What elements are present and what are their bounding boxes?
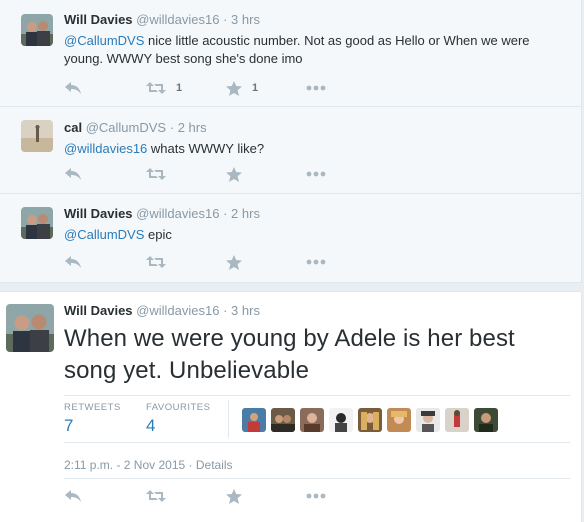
reply-icon bbox=[65, 256, 81, 268]
retweet-icon bbox=[146, 82, 166, 94]
favorite-icon bbox=[226, 166, 242, 182]
favourites-count: 4 bbox=[146, 416, 156, 435]
favoriter-avatar[interactable] bbox=[445, 408, 469, 432]
retweet-button[interactable] bbox=[146, 254, 166, 270]
favoriter-avatar[interactable] bbox=[271, 408, 295, 432]
more-button[interactable] bbox=[306, 254, 326, 270]
retweet-button[interactable]: 1 bbox=[146, 80, 182, 96]
retweet-button[interactable] bbox=[146, 166, 166, 182]
favoriter-avatar[interactable] bbox=[416, 408, 440, 432]
reply-icon bbox=[65, 490, 81, 502]
datetime-separator: · bbox=[185, 458, 196, 472]
favorite-icon bbox=[226, 80, 242, 96]
favoriter-avatar[interactable] bbox=[358, 408, 382, 432]
favourites-label: FAVOURITES bbox=[146, 402, 211, 413]
retweets-stat[interactable]: RETWEETS 7 bbox=[64, 402, 121, 436]
retweet-icon bbox=[146, 256, 166, 268]
more-button[interactable] bbox=[306, 80, 326, 96]
conversation-thread: Will Davies @willdavies16 · 3 hrs @Callu… bbox=[0, 0, 582, 283]
tweet-header: cal @CallumDVS · 2 hrs bbox=[64, 120, 567, 136]
tweet-datetime: 2:11 p.m. - 2 Nov 2015 · Details bbox=[64, 458, 233, 472]
reply-icon bbox=[65, 82, 81, 94]
username[interactable]: @willdavies16 bbox=[136, 206, 219, 221]
more-icon bbox=[306, 171, 326, 177]
reply-button[interactable] bbox=[64, 80, 82, 96]
username[interactable]: @willdavies16 bbox=[136, 303, 219, 318]
favorite-button[interactable] bbox=[226, 254, 242, 270]
tweet-actions bbox=[64, 166, 364, 182]
fullname[interactable]: Will Davies bbox=[64, 206, 133, 221]
divider bbox=[64, 478, 570, 479]
mention-link[interactable]: @CallumDVS bbox=[64, 33, 144, 48]
reply-icon bbox=[65, 168, 81, 180]
tweet-actions bbox=[64, 254, 364, 270]
username[interactable]: @CallumDVS bbox=[86, 120, 166, 135]
favoriters-list bbox=[242, 408, 498, 432]
favorite-icon bbox=[226, 254, 242, 270]
avatar[interactable] bbox=[21, 14, 53, 46]
main-tweet[interactable]: Will Davies @willdavies16 · 3 hrs When w… bbox=[0, 291, 582, 522]
more-button[interactable] bbox=[306, 166, 326, 182]
reply-tweet-1[interactable]: Will Davies @willdavies16 · 3 hrs @Callu… bbox=[0, 0, 581, 107]
tweet-text: @CallumDVS nice little acoustic number. … bbox=[64, 32, 567, 68]
tweet-header: Will Davies @willdavies16 · 2 hrs bbox=[64, 206, 567, 222]
retweet-icon bbox=[146, 168, 166, 180]
retweets-count: 7 bbox=[64, 416, 74, 435]
timestamp[interactable]: 3 hrs bbox=[231, 303, 260, 318]
separator: · bbox=[223, 12, 228, 27]
retweet-button[interactable] bbox=[146, 488, 166, 504]
timestamp[interactable]: 2 hrs bbox=[178, 120, 207, 135]
mention-link[interactable]: @willdavies16 bbox=[64, 141, 147, 156]
tweet-header: Will Davies @willdavies16 · 3 hrs bbox=[64, 303, 567, 319]
reply-button[interactable] bbox=[64, 254, 82, 270]
more-icon bbox=[306, 259, 326, 265]
favorite-button[interactable] bbox=[226, 166, 242, 182]
timestamp[interactable]: 2 hrs bbox=[231, 206, 260, 221]
fullname[interactable]: Will Davies bbox=[64, 12, 133, 27]
fullname[interactable]: Will Davies bbox=[64, 303, 133, 318]
reply-button[interactable] bbox=[64, 166, 82, 182]
tweet-text: When we were young by Adele is her best … bbox=[64, 325, 515, 384]
tweet-stats: RETWEETS 7 FAVOURITES 4 bbox=[64, 395, 570, 443]
retweet-icon bbox=[146, 490, 166, 502]
avatar[interactable] bbox=[21, 207, 53, 239]
favoriter-avatar[interactable] bbox=[474, 408, 498, 432]
favoriter-avatar[interactable] bbox=[387, 408, 411, 432]
details-link[interactable]: Details bbox=[196, 458, 233, 472]
favoriter-avatar[interactable] bbox=[300, 408, 324, 432]
favorite-icon bbox=[226, 488, 242, 504]
tweet-text: @CallumDVS epic bbox=[64, 226, 567, 244]
tweet-body: epic bbox=[144, 227, 172, 242]
username[interactable]: @willdavies16 bbox=[136, 12, 219, 27]
reply-tweet-2[interactable]: cal @CallumDVS · 2 hrs @willdavies16 wha… bbox=[0, 107, 581, 194]
favorite-count: 1 bbox=[252, 82, 259, 94]
favourites-stat[interactable]: FAVOURITES 4 bbox=[146, 402, 210, 436]
reply-button[interactable] bbox=[64, 488, 82, 504]
avatar[interactable] bbox=[6, 304, 54, 352]
separator: · bbox=[169, 120, 175, 135]
more-icon bbox=[306, 85, 326, 91]
avatar[interactable] bbox=[21, 120, 53, 152]
favorite-button[interactable] bbox=[226, 488, 242, 504]
favoriter-avatar[interactable] bbox=[242, 408, 266, 432]
separator: · bbox=[223, 206, 228, 221]
retweets-label: RETWEETS bbox=[64, 402, 121, 413]
more-button[interactable] bbox=[306, 488, 326, 504]
fullname[interactable]: cal bbox=[64, 120, 82, 135]
favorite-button[interactable]: 1 bbox=[226, 80, 258, 96]
mention-link[interactable]: @CallumDVS bbox=[64, 227, 144, 242]
reply-tweet-3[interactable]: Will Davies @willdavies16 · 2 hrs @Callu… bbox=[0, 194, 581, 283]
timestamp[interactable]: 3 hrs bbox=[231, 12, 260, 27]
datetime-text[interactable]: 2:11 p.m. - 2 Nov 2015 bbox=[64, 458, 185, 472]
tweet-header: Will Davies @willdavies16 · 3 hrs bbox=[64, 12, 567, 28]
tweet-actions: 1 1 bbox=[64, 80, 364, 96]
favoriter-avatar[interactable] bbox=[329, 408, 353, 432]
tweet-actions bbox=[64, 488, 364, 504]
stats-divider bbox=[228, 400, 229, 438]
retweet-count: 1 bbox=[176, 82, 183, 94]
more-icon bbox=[306, 493, 326, 499]
separator: · bbox=[223, 303, 228, 318]
tweet-body: whats WWWY like? bbox=[147, 141, 265, 156]
tweet-text: @willdavies16 whats WWWY like? bbox=[64, 140, 567, 158]
